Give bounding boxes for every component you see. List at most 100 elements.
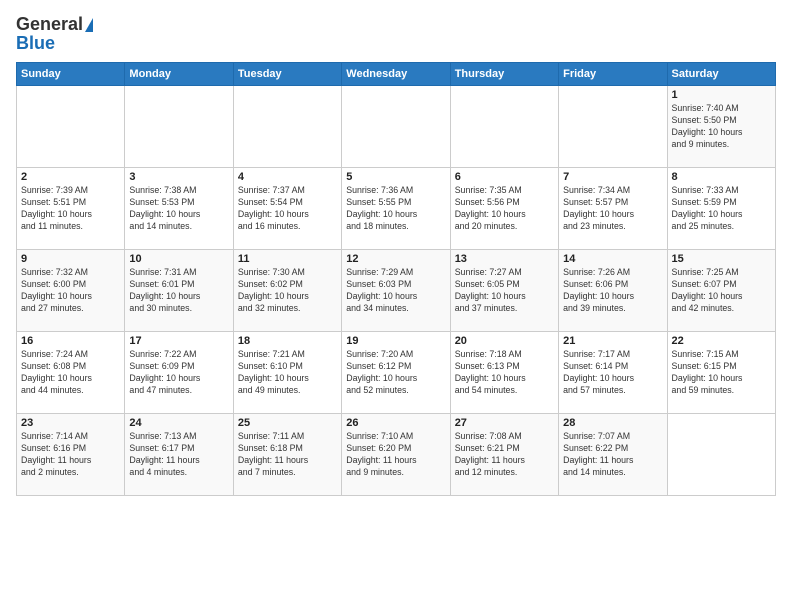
- day-number: 24: [129, 417, 228, 429]
- day-info: Sunrise: 7:39 AMSunset: 5:51 PMDaylight:…: [21, 185, 120, 233]
- header: General Blue: [16, 14, 776, 54]
- calendar-cell: 12 Sunrise: 7:29 AMSunset: 6:03 PMDayligh…: [342, 250, 450, 332]
- calendar-cell: [667, 414, 775, 496]
- day-number: 11: [238, 253, 337, 265]
- day-info: Sunrise: 7:14 AMSunset: 6:16 PMDaylight:…: [21, 431, 120, 479]
- day-info: Sunrise: 7:22 AMSunset: 6:09 PMDaylight:…: [129, 349, 228, 397]
- day-number: 18: [238, 335, 337, 347]
- day-info: Sunrise: 7:37 AMSunset: 5:54 PMDaylight:…: [238, 185, 337, 233]
- calendar: SundayMondayTuesdayWednesdayThursdayFrid…: [16, 62, 776, 496]
- day-number: 23: [21, 417, 120, 429]
- calendar-cell: 4 Sunrise: 7:37 AMSunset: 5:54 PMDaylight…: [233, 168, 341, 250]
- day-info: Sunrise: 7:38 AMSunset: 5:53 PMDaylight:…: [129, 185, 228, 233]
- day-info: Sunrise: 7:13 AMSunset: 6:17 PMDaylight:…: [129, 431, 228, 479]
- day-info: Sunrise: 7:08 AMSunset: 6:21 PMDaylight:…: [455, 431, 554, 479]
- day-number: 13: [455, 253, 554, 265]
- day-info: Sunrise: 7:21 AMSunset: 6:10 PMDaylight:…: [238, 349, 337, 397]
- day-info: Sunrise: 7:32 AMSunset: 6:00 PMDaylight:…: [21, 267, 120, 315]
- day-info: Sunrise: 7:17 AMSunset: 6:14 PMDaylight:…: [563, 349, 662, 397]
- calendar-cell: 11Sunrise: 7:30 AMSunset: 6:02 PMDayligh…: [233, 250, 341, 332]
- day-info: Sunrise: 7:40 AMSunset: 5:50 PMDaylight:…: [672, 103, 771, 151]
- day-number: 10: [129, 253, 228, 265]
- calendar-cell: 15 Sunrise: 7:25 AMSunset: 6:07 PMDayligh…: [667, 250, 775, 332]
- day-number: 1: [672, 89, 771, 101]
- weekday-header-monday: Monday: [125, 63, 233, 86]
- calendar-cell: 6 Sunrise: 7:35 AMSunset: 5:56 PMDaylight…: [450, 168, 558, 250]
- day-number: 15: [672, 253, 771, 265]
- week-row-5: 23 Sunrise: 7:14 AMSunset: 6:16 PMDayligh…: [17, 414, 776, 496]
- day-number: 6: [455, 171, 554, 183]
- calendar-cell: 2 Sunrise: 7:39 AMSunset: 5:51 PMDaylight…: [17, 168, 125, 250]
- logo-triangle-icon: [85, 18, 93, 32]
- day-info: Sunrise: 7:35 AMSunset: 5:56 PMDaylight:…: [455, 185, 554, 233]
- calendar-cell: 21 Sunrise: 7:17 AMSunset: 6:14 PMDayligh…: [559, 332, 667, 414]
- calendar-cell: 3 Sunrise: 7:38 AMSunset: 5:53 PMDaylight…: [125, 168, 233, 250]
- day-number: 5: [346, 171, 445, 183]
- week-row-4: 16 Sunrise: 7:24 AMSunset: 6:08 PMDayligh…: [17, 332, 776, 414]
- weekday-header-row: SundayMondayTuesdayWednesdayThursdayFrid…: [17, 63, 776, 86]
- calendar-cell: 23 Sunrise: 7:14 AMSunset: 6:16 PMDayligh…: [17, 414, 125, 496]
- day-info: Sunrise: 7:34 AMSunset: 5:57 PMDaylight:…: [563, 185, 662, 233]
- day-info: Sunrise: 7:29 AMSunset: 6:03 PMDaylight:…: [346, 267, 445, 315]
- weekday-header-thursday: Thursday: [450, 63, 558, 86]
- day-number: 4: [238, 171, 337, 183]
- day-number: 25: [238, 417, 337, 429]
- logo-general: General: [16, 14, 83, 35]
- calendar-cell: 8 Sunrise: 7:33 AMSunset: 5:59 PMDaylight…: [667, 168, 775, 250]
- day-number: 19: [346, 335, 445, 347]
- day-number: 14: [563, 253, 662, 265]
- weekday-header-friday: Friday: [559, 63, 667, 86]
- day-number: 12: [346, 253, 445, 265]
- day-number: 22: [672, 335, 771, 347]
- day-info: Sunrise: 7:24 AMSunset: 6:08 PMDaylight:…: [21, 349, 120, 397]
- day-number: 9: [21, 253, 120, 265]
- calendar-cell: 19 Sunrise: 7:20 AMSunset: 6:12 PMDayligh…: [342, 332, 450, 414]
- calendar-cell: [559, 86, 667, 168]
- weekday-header-wednesday: Wednesday: [342, 63, 450, 86]
- week-row-1: 1 Sunrise: 7:40 AMSunset: 5:50 PMDaylight…: [17, 86, 776, 168]
- day-number: 27: [455, 417, 554, 429]
- logo: General Blue: [16, 14, 93, 54]
- day-info: Sunrise: 7:31 AMSunset: 6:01 PMDaylight:…: [129, 267, 228, 315]
- day-info: Sunrise: 7:25 AMSunset: 6:07 PMDaylight:…: [672, 267, 771, 315]
- calendar-cell: 14 Sunrise: 7:26 AMSunset: 6:06 PMDayligh…: [559, 250, 667, 332]
- calendar-cell: 26 Sunrise: 7:10 AMSunset: 6:20 PMDayligh…: [342, 414, 450, 496]
- page: General Blue SundayMondayTuesdayWednesda…: [0, 0, 792, 612]
- day-info: Sunrise: 7:33 AMSunset: 5:59 PMDaylight:…: [672, 185, 771, 233]
- calendar-cell: 7 Sunrise: 7:34 AMSunset: 5:57 PMDaylight…: [559, 168, 667, 250]
- day-number: 7: [563, 171, 662, 183]
- calendar-cell: 18 Sunrise: 7:21 AMSunset: 6:10 PMDayligh…: [233, 332, 341, 414]
- calendar-cell: 5Sunrise: 7:36 AMSunset: 5:55 PMDaylight…: [342, 168, 450, 250]
- day-number: 21: [563, 335, 662, 347]
- day-info: Sunrise: 7:18 AMSunset: 6:13 PMDaylight:…: [455, 349, 554, 397]
- calendar-cell: 13 Sunrise: 7:27 AMSunset: 6:05 PMDayligh…: [450, 250, 558, 332]
- calendar-cell: 22 Sunrise: 7:15 AMSunset: 6:15 PMDayligh…: [667, 332, 775, 414]
- calendar-cell: [17, 86, 125, 168]
- weekday-header-saturday: Saturday: [667, 63, 775, 86]
- day-number: 8: [672, 171, 771, 183]
- calendar-cell: [342, 86, 450, 168]
- day-info: Sunrise: 7:07 AMSunset: 6:22 PMDaylight:…: [563, 431, 662, 479]
- calendar-cell: 24 Sunrise: 7:13 AMSunset: 6:17 PMDayligh…: [125, 414, 233, 496]
- day-number: 16: [21, 335, 120, 347]
- day-info: Sunrise: 7:11 AMSunset: 6:18 PMDaylight:…: [238, 431, 337, 479]
- calendar-cell: 10 Sunrise: 7:31 AMSunset: 6:01 PMDayligh…: [125, 250, 233, 332]
- calendar-cell: [450, 86, 558, 168]
- logo-blue: Blue: [16, 33, 55, 54]
- day-info: Sunrise: 7:10 AMSunset: 6:20 PMDaylight:…: [346, 431, 445, 479]
- calendar-cell: [125, 86, 233, 168]
- day-number: 3: [129, 171, 228, 183]
- calendar-cell: 25 Sunrise: 7:11 AMSunset: 6:18 PMDayligh…: [233, 414, 341, 496]
- day-info: Sunrise: 7:15 AMSunset: 6:15 PMDaylight:…: [672, 349, 771, 397]
- day-info: Sunrise: 7:26 AMSunset: 6:06 PMDaylight:…: [563, 267, 662, 315]
- day-number: 28: [563, 417, 662, 429]
- day-info: Sunrise: 7:27 AMSunset: 6:05 PMDaylight:…: [455, 267, 554, 315]
- day-info: Sunrise: 7:20 AMSunset: 6:12 PMDaylight:…: [346, 349, 445, 397]
- day-number: 26: [346, 417, 445, 429]
- calendar-cell: 9 Sunrise: 7:32 AMSunset: 6:00 PMDaylight…: [17, 250, 125, 332]
- calendar-cell: 28 Sunrise: 7:07 AMSunset: 6:22 PMDayligh…: [559, 414, 667, 496]
- week-row-2: 2 Sunrise: 7:39 AMSunset: 5:51 PMDaylight…: [17, 168, 776, 250]
- calendar-cell: 20 Sunrise: 7:18 AMSunset: 6:13 PMDayligh…: [450, 332, 558, 414]
- day-number: 2: [21, 171, 120, 183]
- day-number: 20: [455, 335, 554, 347]
